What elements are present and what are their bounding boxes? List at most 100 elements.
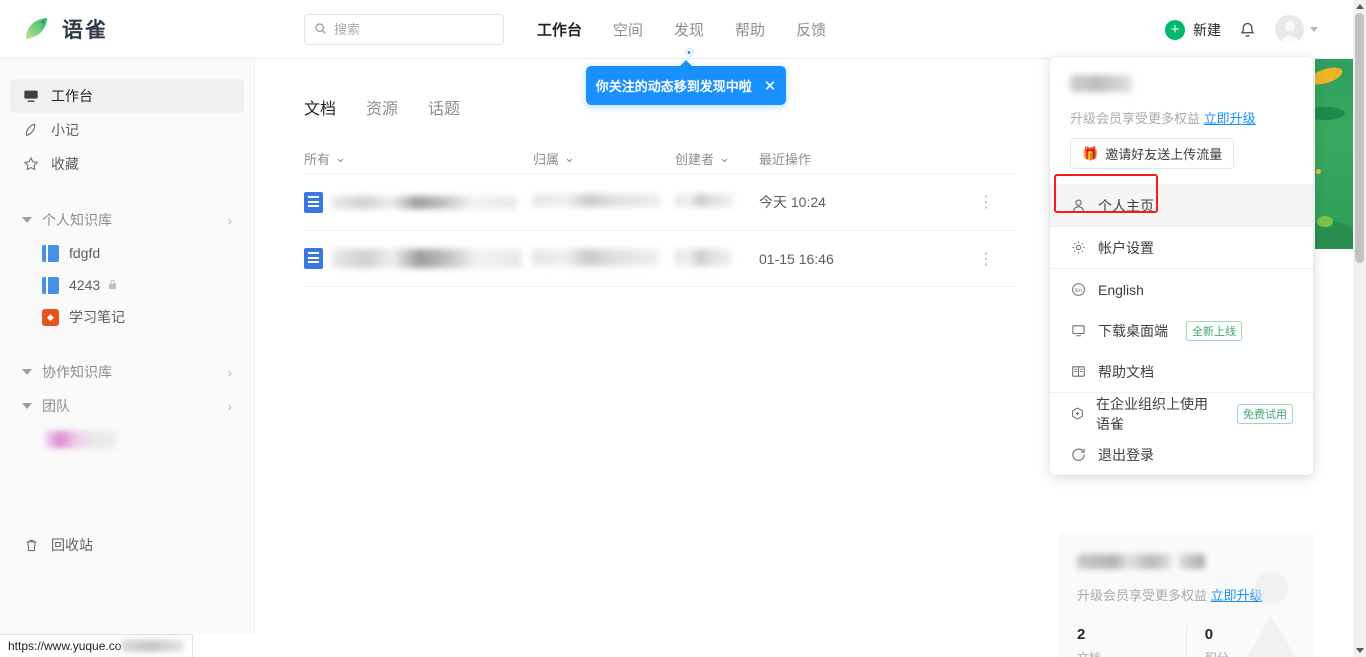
chevron-down-icon: ⌄: [564, 150, 575, 165]
chevron-down-icon: ⌄: [719, 150, 730, 165]
nav-item-workbench[interactable]: 工作台: [537, 19, 582, 40]
search-box[interactable]: [304, 14, 504, 45]
tab-topics[interactable]: 话题: [428, 95, 460, 119]
dropdown-item-help-docs[interactable]: 帮助文档: [1050, 351, 1313, 392]
sidebar-item-notes[interactable]: 小记: [10, 113, 244, 147]
sidebar-book-label: fdgfd: [69, 245, 101, 261]
sidebar-book-4243[interactable]: 4243: [10, 269, 244, 301]
triangle-down-icon: [22, 403, 32, 409]
dropdown-upgrade-text: 升级会员享受更多权益: [1070, 111, 1201, 126]
scroll-up-arrow-icon[interactable]: [1353, 0, 1366, 13]
doc-icon: [304, 191, 323, 213]
sidebar-book-study-notes[interactable]: ◆ 学习笔记: [10, 301, 244, 333]
dropdown-item-personal-home[interactable]: 个人主页: [1050, 185, 1313, 226]
triangle-down-icon: [22, 217, 32, 223]
blurred-username: [1070, 75, 1132, 92]
top-bar: 语雀 工作台 空间 发现 帮助: [0, 0, 1353, 59]
tooltip-text: 你关注的动态移到发现中啦: [595, 79, 752, 94]
nav-item-space[interactable]: 空间: [613, 19, 643, 40]
table-row[interactable]: 今天 10:24 ⋮: [304, 173, 1016, 230]
triangle-down-icon: [22, 369, 32, 375]
star-icon: [22, 156, 40, 172]
book-blue-icon: [42, 244, 59, 262]
chevron-right-icon[interactable]: ›: [228, 213, 232, 228]
column-filter-creator[interactable]: 创建者 ⌄: [675, 149, 759, 168]
dropdown-item-label: 在企业组织上使用语雀: [1096, 395, 1208, 432]
profile-stat-docs: 2 文档: [1077, 626, 1186, 657]
dropdown-item-download-desktop[interactable]: 下载桌面端 全新上线: [1050, 310, 1313, 351]
sidebar-group-collab-library[interactable]: 协作知识库 ›: [10, 355, 244, 389]
chevron-down-icon: [1310, 27, 1318, 32]
tab-resources[interactable]: 资源: [366, 95, 398, 119]
status-url: https://www.yuque.co: [8, 639, 122, 653]
scrollbar-thumb[interactable]: [1355, 13, 1364, 263]
promo-banner-image[interactable]: [1315, 59, 1353, 249]
table-row[interactable]: 01-15 16:46 ⋮: [304, 230, 1016, 287]
blurred-doc-title: [332, 195, 517, 209]
banner-leaf-shape: [1315, 107, 1345, 120]
avatar-menu-trigger[interactable]: [1275, 15, 1318, 44]
sidebar-item-favorites[interactable]: 收藏: [10, 147, 244, 181]
avatar: [1275, 15, 1304, 44]
tab-documents[interactable]: 文档: [304, 95, 336, 119]
svg-text:En: En: [1075, 288, 1082, 294]
sidebar-book-label: 4243: [69, 277, 101, 293]
sidebar-group-label: 协作知识库: [42, 364, 112, 380]
yuque-bird-logo-icon: [22, 14, 52, 44]
trash-icon: [22, 538, 40, 553]
dropdown-header: 升级会员享受更多权益 立即升级 🎁 邀请好友送上传流量: [1050, 57, 1313, 184]
dropdown-item-account-settings[interactable]: 帐户设置: [1050, 227, 1313, 268]
plus-circle-icon: +: [1165, 19, 1185, 40]
brand[interactable]: 语雀: [22, 14, 108, 44]
sidebar-item-trash[interactable]: 回收站: [10, 528, 244, 562]
documents-table: 所有 ⌄ 归属 ⌄ 创建者 ⌄ 最近操作 今天 10:24 ⋮ 01-15 16…: [304, 143, 1016, 287]
sidebar-book-fdgfd[interactable]: fdgfd: [10, 237, 244, 269]
dropdown-item-enterprise[interactable]: 在企业组织上使用语雀 免费试用: [1050, 393, 1313, 434]
dropdown-item-label: 个人主页: [1098, 197, 1154, 214]
chevron-right-icon[interactable]: ›: [228, 399, 232, 414]
dropdown-item-logout[interactable]: 退出登录: [1050, 434, 1313, 475]
doc-icon: [304, 248, 323, 269]
more-vertical-icon[interactable]: ⋮: [978, 249, 1016, 269]
column-filter-owner[interactable]: 归属 ⌄: [533, 149, 675, 168]
new-button[interactable]: + 新建: [1165, 19, 1221, 40]
dropdown-item-english[interactable]: En English: [1050, 269, 1313, 310]
dropdown-item-label: 退出登录: [1098, 446, 1154, 463]
close-icon[interactable]: ✕: [764, 77, 777, 95]
invite-friends-button[interactable]: 🎁 邀请好友送上传流量: [1070, 138, 1235, 169]
more-vertical-icon[interactable]: ⋮: [978, 192, 1016, 212]
bell-icon[interactable]: [1238, 20, 1258, 40]
sidebar-item-label: 工作台: [51, 88, 93, 104]
dropdown-upgrade-link[interactable]: 立即升级: [1204, 111, 1256, 126]
invite-friends-label: 邀请好友送上传流量: [1105, 147, 1223, 162]
nav-item-help[interactable]: 帮助: [735, 19, 765, 40]
chevron-down-icon: ⌄: [335, 150, 346, 165]
sidebar-team-item[interactable]: [10, 423, 244, 455]
blurred-doc-title: [332, 249, 522, 268]
search-input[interactable]: [334, 22, 484, 37]
badge-free-trial: 免费试用: [1237, 403, 1293, 424]
search-icon: [314, 22, 327, 38]
nav-item-feedback[interactable]: 反馈: [796, 19, 826, 40]
chevron-right-icon[interactable]: ›: [228, 365, 232, 380]
banner-frog-shape: [1317, 216, 1333, 227]
sidebar-group-personal-library[interactable]: 个人知识库 ›: [10, 203, 244, 237]
gift-icon: 🎁: [1082, 145, 1099, 161]
sidebar-item-workbench[interactable]: 工作台: [10, 79, 244, 113]
page-scrollbar[interactable]: [1353, 0, 1366, 657]
monitor-icon: [1070, 323, 1087, 338]
blurred-creator: [675, 194, 733, 207]
profile-decorative-figure: [1219, 558, 1315, 657]
scroll-down-arrow-icon[interactable]: [1353, 644, 1366, 657]
blurred-owner: [533, 194, 661, 207]
blurred-profile-name: [1077, 554, 1171, 569]
nav-item-discover[interactable]: 发现: [674, 19, 704, 56]
sidebar-group-team[interactable]: 团队 ›: [10, 389, 244, 423]
column-filter-all[interactable]: 所有 ⌄: [304, 149, 533, 168]
logout-icon: [1070, 447, 1087, 462]
main-nav: 工作台 空间 发现 帮助 反馈: [537, 0, 826, 59]
user-dropdown-menu: 升级会员享受更多权益 立即升级 🎁 邀请好友送上传流量 个人主页 帐户设置 En…: [1050, 57, 1313, 475]
profile-stat-label: 文档: [1077, 649, 1186, 657]
sidebar-item-label: 收藏: [51, 156, 79, 172]
user-icon: [1070, 198, 1087, 213]
